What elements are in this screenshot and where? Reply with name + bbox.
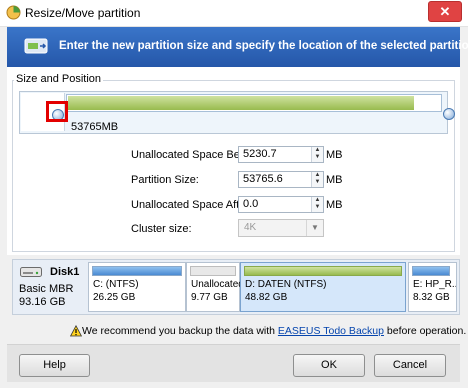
spin-arrows-icon[interactable]: ▲ ▼ — [311, 147, 323, 162]
chevron-down-icon: ▼ — [306, 220, 323, 236]
partition-bar[interactable] — [66, 94, 442, 112]
ok-button-label: OK — [321, 359, 337, 371]
partition-name: D: DATEN (NTFS) — [245, 279, 327, 290]
partition-d-selected[interactable]: D: DATEN (NTFS) 48.82 GB — [240, 262, 406, 312]
group-label: Size and Position — [14, 73, 103, 85]
warning-icon — [70, 325, 82, 337]
resize-partition-icon — [24, 38, 48, 54]
cancel-button[interactable]: Cancel — [374, 354, 446, 377]
partition-size-field-label: Partition Size: — [131, 174, 199, 186]
title-bar: Resize/Move partition ✕ — [0, 0, 468, 27]
help-button[interactable]: Help — [19, 354, 90, 377]
partition-size: 26.25 GB — [93, 292, 136, 303]
usage-bar — [412, 266, 450, 276]
partition-size-input[interactable]: 53765.6 ▲ ▼ — [238, 171, 324, 188]
app-icon — [6, 5, 21, 20]
partition-size: 8.32 GB — [413, 292, 450, 303]
unallocated-before-value: 5230.7 — [243, 148, 277, 160]
disk-size: 93.16 GB — [19, 296, 66, 308]
highlight-annotation — [46, 101, 68, 122]
close-button[interactable]: ✕ — [428, 1, 462, 22]
warning-suffix: before operation. — [383, 325, 467, 337]
unallocated-after-input[interactable]: 0.0 ▲ ▼ — [238, 196, 324, 213]
warning-prefix: We recommend you backup the data with — [82, 325, 278, 337]
window-title: Resize/Move partition — [25, 6, 141, 20]
usage-bar — [244, 266, 402, 276]
partition-c[interactable]: C: (NTFS) 26.25 GB — [88, 262, 186, 312]
cancel-button-label: Cancel — [392, 359, 428, 371]
disk-name: Disk1 — [50, 266, 80, 278]
banner-text: Enter the new partition size and specify… — [59, 40, 468, 52]
usage-bar — [92, 266, 182, 276]
disk-type: Basic MBR — [19, 283, 74, 295]
partition-e[interactable]: E: HP_R... 8.32 GB — [408, 262, 457, 312]
backup-recommendation: We recommend you backup the data with EA… — [82, 325, 466, 337]
unallocated-before-input[interactable]: 5230.7 ▲ ▼ — [238, 146, 324, 163]
partition-size: 9.77 GB — [191, 292, 228, 303]
usage-bar — [190, 266, 236, 276]
unit-label: MB — [326, 199, 343, 211]
partition-size-label: 53765MB — [71, 121, 119, 133]
hard-disk-icon — [20, 267, 42, 277]
partition-size-value: 53765.6 — [243, 173, 283, 185]
unallocated-after-label: Unallocated Space After: — [131, 199, 253, 211]
partition-fill — [68, 96, 414, 110]
unallocated-after-value: 0.0 — [243, 198, 259, 210]
instruction-banner: Enter the new partition size and specify… — [7, 27, 468, 67]
partition-size: 48.82 GB — [245, 292, 288, 303]
right-resize-handle[interactable] — [443, 108, 455, 120]
spin-arrows-icon[interactable]: ▲ ▼ — [311, 172, 323, 187]
partition-name: C: (NTFS) — [93, 279, 139, 290]
help-button-label: Help — [43, 359, 66, 371]
unit-label: MB — [326, 174, 343, 186]
cluster-size-value: 4K — [244, 222, 257, 233]
cluster-size-label: Cluster size: — [131, 223, 192, 235]
ok-button[interactable]: OK — [293, 354, 365, 377]
cluster-size-select: 4K ▼ — [238, 219, 324, 237]
partition-name: E: HP_R... — [413, 279, 457, 290]
disk-info: Disk1 Basic MBR 93.16 GB — [16, 263, 82, 311]
spin-arrows-icon[interactable]: ▲ ▼ — [311, 197, 323, 212]
partition-name: Unallocated — [191, 279, 244, 290]
todo-backup-link[interactable]: EASEUS Todo Backup — [278, 325, 384, 337]
unit-label: MB — [326, 149, 343, 161]
partition-unallocated[interactable]: Unallocated 9.77 GB — [186, 262, 244, 312]
